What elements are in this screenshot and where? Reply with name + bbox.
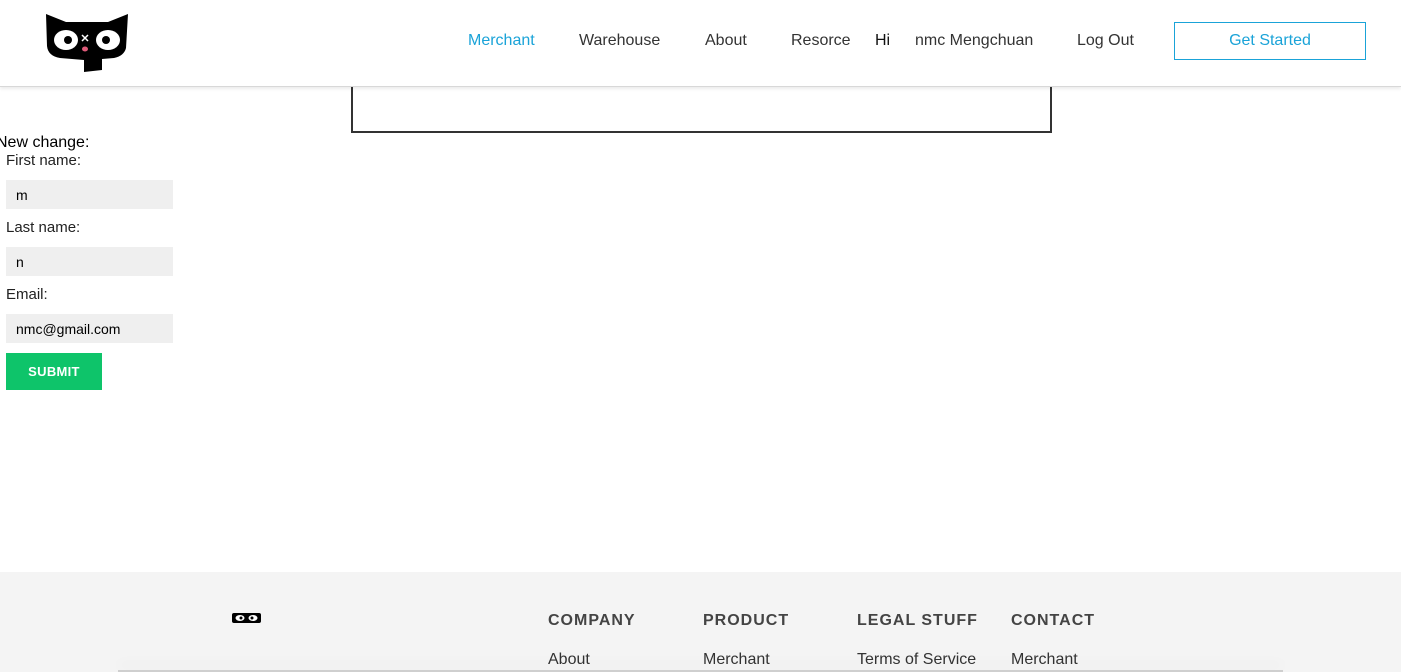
footer-link-terms[interactable]: Terms of Service bbox=[857, 651, 976, 669]
nav-warehouse[interactable]: Warehouse bbox=[579, 31, 660, 51]
footer-link-merchant[interactable]: Merchant bbox=[703, 651, 770, 669]
site-footer: COMPANY PRODUCT LEGAL STUFF CONTACT Abou… bbox=[0, 572, 1401, 672]
last-name-input[interactable] bbox=[6, 247, 173, 276]
get-started-button[interactable]: Get Started bbox=[1174, 22, 1366, 60]
first-name-label: First name: bbox=[6, 152, 82, 169]
footer-link-about[interactable]: About bbox=[548, 651, 590, 669]
last-name-label: Last name: bbox=[6, 219, 81, 236]
cat-logo-icon[interactable] bbox=[44, 12, 130, 74]
footer-logo-icon[interactable] bbox=[232, 612, 261, 624]
footer-heading-contact: CONTACT bbox=[1011, 612, 1096, 629]
footer-heading-product: PRODUCT bbox=[703, 612, 790, 629]
nav-about[interactable]: About bbox=[705, 31, 747, 51]
form-title: New change: bbox=[0, 134, 90, 151]
nav-merchant[interactable]: Merchant bbox=[468, 31, 535, 51]
first-name-input[interactable] bbox=[6, 180, 173, 209]
greeting-text: Hi bbox=[875, 32, 891, 49]
nav-resource[interactable]: Resorce bbox=[791, 31, 851, 51]
username-link[interactable]: nmc Mengchuan bbox=[915, 31, 1033, 51]
footer-link-contact-merchant[interactable]: Merchant bbox=[1011, 651, 1078, 669]
submit-button[interactable]: SUBMIT bbox=[6, 353, 102, 390]
footer-heading-company: COMPANY bbox=[548, 612, 636, 629]
email-input[interactable] bbox=[6, 314, 173, 343]
footer-heading-legal: LEGAL STUFF bbox=[857, 612, 978, 629]
logout-link[interactable]: Log Out bbox=[1077, 31, 1134, 51]
email-label: Email: bbox=[6, 286, 48, 303]
site-header: Merchant Warehouse About Resorce Hi nmc … bbox=[0, 0, 1401, 87]
content-box bbox=[351, 86, 1052, 133]
